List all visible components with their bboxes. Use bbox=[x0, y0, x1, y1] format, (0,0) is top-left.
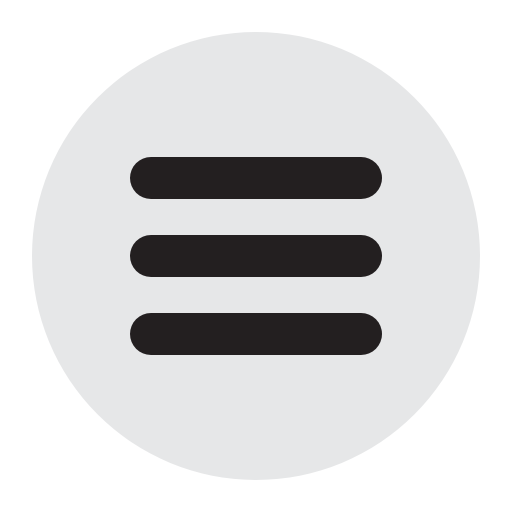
hamburger-menu-icon-bar-bottom bbox=[130, 313, 382, 355]
hamburger-menu-icon-bar-top bbox=[130, 157, 382, 199]
hamburger-menu-icon-bar-middle bbox=[130, 235, 382, 277]
canvas bbox=[0, 0, 512, 512]
